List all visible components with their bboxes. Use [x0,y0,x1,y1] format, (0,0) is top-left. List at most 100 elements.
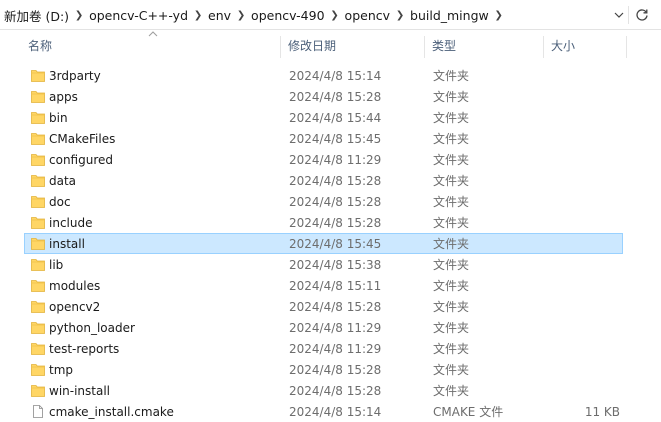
file-name: lib [49,258,64,272]
breadcrumb-chevron-icon[interactable]: ❯ [492,10,506,21]
file-row[interactable]: install 2024/4/8 15:45 文件夹 [24,233,623,254]
file-name: include [49,216,93,230]
breadcrumb: 新加卷 (D:) ❯ opencv-C++-yd ❯ env ❯ opencv-… [0,3,610,27]
file-date: 2024/4/8 11:29 [289,153,382,167]
folder-icon [31,384,45,397]
file-row[interactable]: tmp 2024/4/8 15:28 文件夹 [24,359,623,380]
file-name: test-reports [49,342,120,356]
file-row[interactable]: python_loader 2024/4/8 11:29 文件夹 [24,317,623,338]
file-row[interactable]: bin 2024/4/8 15:44 文件夹 [24,107,623,128]
file-date: 2024/4/8 15:28 [289,195,382,209]
file-date: 2024/4/8 15:28 [289,384,382,398]
breadcrumb-chevron-icon[interactable]: ❯ [328,10,342,21]
file-date: 2024/4/8 15:28 [289,300,382,314]
file-icon [31,405,45,418]
file-name: CMakeFiles [49,132,116,146]
breadcrumb-chevron-icon[interactable]: ❯ [234,10,248,21]
folder-icon [31,174,45,187]
file-type: 文件夹 [433,90,470,104]
file-name: cmake_install.cmake [49,405,174,419]
folder-icon [31,321,45,334]
breadcrumb-chevron-icon[interactable]: ❯ [191,10,205,21]
file-type: 文件夹 [433,174,470,188]
file-row[interactable]: win-install 2024/4/8 15:28 文件夹 [24,380,623,401]
column-header-row: 名称 修改日期 类型 大小 [0,33,661,59]
folder-icon [31,153,45,166]
file-date: 2024/4/8 15:38 [289,258,382,272]
file-size: 11 KB [584,405,620,419]
breadcrumb-chevron-icon[interactable]: ❯ [393,10,407,21]
file-type: 文件夹 [433,111,470,125]
column-divider[interactable] [280,36,281,58]
breadcrumb-opencv-cpp-yd[interactable]: opencv-C++-yd [86,8,191,23]
file-name: install [49,237,85,251]
file-name: configured [49,153,113,167]
file-name: bin [49,111,68,125]
folder-icon [31,111,45,124]
file-date: 2024/4/8 15:28 [289,363,382,377]
file-name: modules [49,279,101,293]
column-header-name[interactable]: 名称 [24,33,280,59]
column-divider[interactable] [424,36,425,58]
address-history-chevron-down-icon[interactable] [610,3,628,27]
file-type: 文件夹 [433,321,470,335]
file-row[interactable]: CMakeFiles 2024/4/8 15:45 文件夹 [24,128,623,149]
address-bar[interactable]: 新加卷 (D:) ❯ opencv-C++-yd ❯ env ❯ opencv-… [0,0,661,30]
column-header-size[interactable]: 大小 [547,33,625,59]
file-type: CMAKE 文件 [433,405,504,419]
file-name: opencv2 [49,300,101,314]
file-date: 2024/4/8 15:14 [289,69,382,83]
file-date: 2024/4/8 11:29 [289,321,382,335]
breadcrumb-opencv[interactable]: opencv [342,8,393,23]
refresh-icon[interactable] [630,3,654,27]
file-row[interactable]: 3rdparty 2024/4/8 15:14 文件夹 [24,65,623,86]
file-date: 2024/4/8 15:45 [289,132,382,146]
file-row[interactable]: lib 2024/4/8 15:38 文件夹 [24,254,623,275]
breadcrumb-build-mingw[interactable]: build_mingw [407,8,492,23]
breadcrumb-drive[interactable]: 新加卷 (D:) [0,6,72,25]
file-row[interactable]: cmake_install.cmake 2024/4/8 15:14 CMAKE 文… [24,401,623,422]
file-type: 文件夹 [433,300,470,314]
file-type: 文件夹 [433,132,470,146]
file-row[interactable]: apps 2024/4/8 15:28 文件夹 [24,86,623,107]
file-type: 文件夹 [433,258,470,272]
file-date: 2024/4/8 11:29 [289,342,382,356]
address-divider [628,6,629,24]
file-row[interactable]: include 2024/4/8 15:28 文件夹 [24,212,623,233]
column-header-type[interactable]: 类型 [428,33,543,59]
file-date: 2024/4/8 15:44 [289,111,382,125]
file-name: apps [49,90,78,104]
file-row[interactable]: test-reports 2024/4/8 11:29 文件夹 [24,338,623,359]
folder-icon [31,279,45,292]
file-name: win-install [49,384,111,398]
folder-icon [31,363,45,376]
file-type: 文件夹 [433,69,470,83]
file-type: 文件夹 [433,384,470,398]
file-name: 3rdparty [49,69,101,83]
folder-icon [31,300,45,313]
file-row[interactable]: configured 2024/4/8 11:29 文件夹 [24,149,623,170]
breadcrumb-env[interactable]: env [205,8,234,23]
file-name: tmp [49,363,74,377]
folder-icon [31,132,45,145]
column-divider[interactable] [626,36,627,58]
column-header-date[interactable]: 修改日期 [284,33,424,59]
breadcrumb-opencv-490[interactable]: opencv-490 [248,8,328,23]
folder-icon [31,90,45,103]
file-row[interactable]: doc 2024/4/8 15:28 文件夹 [24,191,623,212]
file-type: 文件夹 [433,237,470,251]
file-row[interactable]: data 2024/4/8 15:28 文件夹 [24,170,623,191]
file-date: 2024/4/8 15:28 [289,90,382,104]
file-type: 文件夹 [433,363,470,377]
file-date: 2024/4/8 15:28 [289,216,382,230]
file-type: 文件夹 [433,279,470,293]
file-type: 文件夹 [433,195,470,209]
breadcrumb-chevron-icon[interactable]: ❯ [72,10,86,21]
folder-icon [31,342,45,355]
file-row[interactable]: opencv2 2024/4/8 15:28 文件夹 [24,296,623,317]
folder-icon [31,195,45,208]
column-divider[interactable] [543,36,544,58]
file-date: 2024/4/8 15:11 [289,279,382,293]
file-row[interactable]: modules 2024/4/8 15:11 文件夹 [24,275,623,296]
file-name: doc [49,195,71,209]
